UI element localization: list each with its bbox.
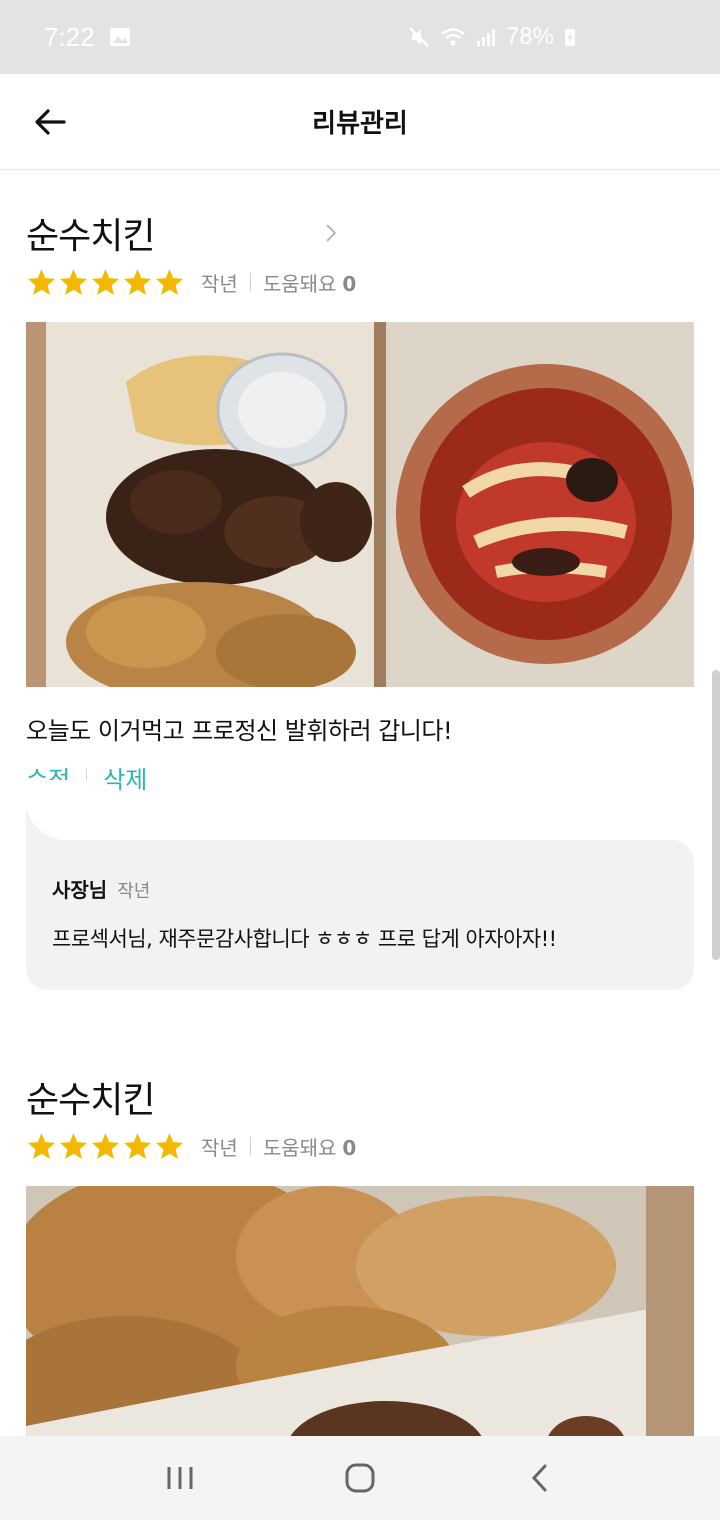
star-icon [59, 1132, 88, 1159]
review-list[interactable]: 순수치킨 작년 도움돼요 0 오늘도 이거먹고 프로정신 발휘하러 갑니다! 삭… [0, 170, 720, 1436]
review-photo[interactable] [26, 322, 694, 687]
back-arrow-icon [35, 109, 66, 135]
home-button[interactable] [330, 1448, 390, 1508]
star-icon [123, 1132, 152, 1159]
shop-name[interactable]: 순수치킨 [26, 207, 155, 259]
reply-date: 작년 [117, 881, 151, 902]
nav-back-button[interactable] [510, 1448, 570, 1508]
helpful-count: 0 [342, 271, 357, 296]
home-icon [345, 1463, 375, 1493]
review-date: 작년 [201, 1135, 238, 1160]
star-icon [91, 268, 120, 295]
star-rating [26, 1131, 185, 1162]
star-icon [27, 1132, 56, 1159]
system-nav-bar [0, 1436, 720, 1520]
helpful-button[interactable]: 도움돼요 0 [263, 268, 357, 297]
review-photo[interactable] [26, 1186, 694, 1436]
review-actions: 수정 삭제 [26, 760, 694, 795]
status-time: 7:22 [44, 21, 95, 52]
delete-button[interactable]: 삭제 [103, 760, 147, 795]
chicken-tteokbokki-photo [26, 322, 694, 687]
helpful-label: 도움돼요 [262, 1135, 337, 1160]
shop-name[interactable]: 순수치킨 [26, 1071, 155, 1123]
status-bar: 7:22 78% [0, 0, 720, 74]
reply-author: 사장님 [52, 878, 108, 902]
review-meta: 작년 도움돼요 0 [26, 262, 694, 302]
star-icon [123, 268, 152, 295]
helpful-count: 0 [342, 1135, 357, 1160]
star-icon [59, 268, 88, 295]
reply-text: 프로섹서님, 재주문감사합니다 ㅎㅎㅎ 프로 답게 아자아자!! [52, 927, 557, 951]
back-button[interactable] [28, 100, 72, 144]
app-bar: 리뷰관리 [0, 74, 720, 170]
divider [249, 1137, 251, 1155]
redacted-area [154, 218, 304, 248]
star-icon [91, 1132, 120, 1159]
divider [249, 273, 251, 291]
signal-icon [476, 29, 495, 46]
star-icon [155, 1132, 184, 1159]
fried-chicken-photo [26, 1186, 694, 1436]
scrollbar[interactable] [712, 670, 720, 960]
recent-apps-icon [167, 1467, 193, 1489]
page-title: 리뷰관리 [312, 109, 408, 139]
star-icon [155, 268, 184, 295]
helpful-label: 도움돼요 [262, 271, 337, 296]
star-icon [27, 268, 56, 295]
back-icon [531, 1464, 547, 1492]
review-card: 순수치킨 작년 도움돼요 0 [26, 208, 694, 795]
battery-percent: 78% [505, 23, 554, 50]
image-icon [109, 28, 130, 46]
recent-apps-button[interactable] [150, 1448, 210, 1508]
shop-link[interactable]: 순수치킨 [26, 1072, 694, 1122]
shop-link[interactable]: 순수치킨 [26, 208, 694, 258]
chevron-right-icon[interactable] [320, 222, 342, 244]
helpful-button[interactable]: 도움돼요 0 [263, 1132, 357, 1161]
star-rating [26, 267, 185, 298]
review-date: 작년 [201, 271, 238, 296]
owner-reply: 사장님 작년 프로섹서님, 재주문감사합니다 ㅎㅎㅎ 프로 답게 아자아자!! [26, 840, 694, 990]
review-text: 오늘도 이거먹고 프로정신 발휘하러 갑니다! [26, 717, 453, 745]
wifi-icon [441, 28, 465, 46]
mute-icon [409, 27, 429, 47]
review-card: 순수치킨 작년 도움돼요 0 [26, 1072, 694, 1436]
review-meta: 작년 도움돼요 0 [26, 1126, 694, 1166]
battery-charging-icon [565, 29, 575, 46]
